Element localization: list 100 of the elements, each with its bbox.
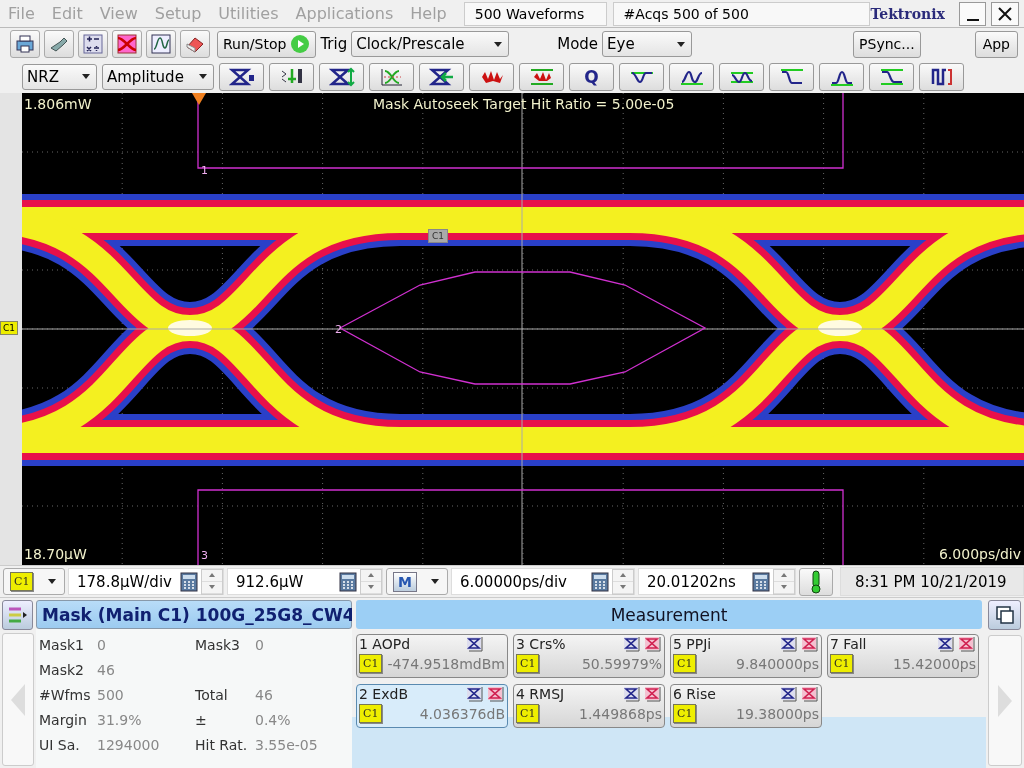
close-button[interactable] (991, 1, 1019, 26)
close-icon (998, 6, 1013, 21)
spin-up-button[interactable] (613, 569, 633, 582)
mask-number: 2 (335, 323, 342, 336)
measurement-value: 1.449868ps (579, 705, 662, 722)
pulse-icon (778, 66, 805, 87)
measurement-tool-button[interactable] (919, 62, 964, 91)
position-field[interactable]: 20.01202ns (638, 568, 796, 595)
eye-timing-icon (428, 66, 455, 87)
measurement-tool-button[interactable] (319, 62, 364, 91)
calculator-button[interactable] (336, 569, 360, 594)
scale-dropdown[interactable]: Amplitude (102, 63, 214, 90)
printer-icon (14, 33, 36, 55)
list-menu-icon (6, 605, 29, 625)
toolbar-button[interactable] (112, 30, 142, 58)
toolbar-button[interactable] (44, 30, 74, 58)
toolbar-button[interactable] (180, 30, 210, 58)
measurement-card[interactable]: 3 Crs% C1 50.59979% (513, 634, 665, 678)
right-arrow-icon (996, 683, 1014, 718)
measurement-value: 50.59979% (581, 655, 662, 672)
mask-number: 3 (201, 549, 208, 562)
mode-label: Mode (557, 35, 599, 53)
measurement-tool-button[interactable] (819, 62, 864, 91)
top-level-label: 1.806mW (24, 96, 92, 112)
measurement-tool-button[interactable] (269, 62, 314, 91)
down-arrow-icon (781, 585, 787, 589)
channel-tag: C1 (428, 229, 448, 243)
spin-up-button[interactable] (774, 569, 794, 582)
minimize-button[interactable] (958, 1, 987, 26)
up-arrow-icon (781, 573, 787, 577)
horizontal-scale-field[interactable]: 6.00000ps/div (451, 568, 635, 595)
measurement-tool-button[interactable] (669, 62, 714, 91)
up-arrow-icon (620, 573, 626, 577)
waveform-icon (150, 33, 172, 55)
mask-panel-title: Mask (Main C1) 100G_25G8_CW4 (36, 600, 352, 629)
left-arrow-icon (9, 682, 27, 717)
temperature-button[interactable] (799, 567, 833, 596)
trigger-dropdown[interactable]: Clock/Prescale (351, 31, 510, 57)
stat-value: 0 (97, 636, 107, 653)
measurement-tool-button[interactable] (719, 62, 764, 91)
vertical-scale-field[interactable]: 178.8μW/div (68, 568, 224, 595)
panel-menu-button[interactable] (2, 600, 33, 630)
mode-badge-dropdown[interactable]: M (386, 568, 448, 595)
encoding-dropdown[interactable]: NRZ (22, 63, 97, 90)
toolbar-button[interactable] (78, 30, 108, 58)
measurement-tool-button[interactable] (469, 62, 514, 91)
calculator-button[interactable] (177, 569, 201, 594)
stat-label: Mask3 (195, 636, 241, 653)
measurement-card[interactable]: 4 RMSJ C1 1.449868ps (513, 684, 665, 728)
toolbar-button[interactable] (10, 30, 40, 58)
channel-badge: C1 (359, 704, 383, 723)
caret-icon (494, 41, 503, 47)
app-button[interactable]: App (974, 30, 1018, 58)
measurement-card[interactable]: 5 PPJi C1 9.840000ps (670, 634, 822, 678)
offset-field[interactable]: 912.6μW (227, 568, 383, 595)
mode-dropdown[interactable]: Eye (602, 31, 693, 57)
measurement-label: 1 AOPd (359, 636, 412, 652)
eye-icon (937, 636, 955, 652)
channel-marker[interactable]: C1 (0, 321, 18, 335)
noise-band-icon (528, 66, 555, 87)
channel-dropdown[interactable]: C1 (3, 568, 65, 595)
stat-value: 0 (255, 636, 265, 653)
calculator-icon (751, 571, 771, 592)
down-arrow-icon (209, 585, 215, 589)
spin-up-button[interactable] (202, 569, 222, 582)
run-stop-button[interactable]: Run/Stop (217, 30, 317, 58)
measurement-tool-button[interactable] (619, 62, 664, 91)
measurement-value: 15.42000ps (893, 655, 976, 672)
channel-badge: C1 (673, 704, 697, 723)
measurement-tool-button[interactable] (869, 62, 914, 91)
eye-icon (780, 636, 798, 652)
spin-up-button[interactable] (361, 569, 381, 582)
measurement-tool-button[interactable] (419, 62, 464, 91)
window-layout-button[interactable] (988, 600, 1021, 630)
channel-badge: C1 (516, 704, 540, 723)
measurement-tool-button[interactable] (519, 62, 564, 91)
measurement-card[interactable]: 2 ExdB C1 4.036376dB (356, 684, 508, 728)
caret-icon (199, 74, 207, 79)
stat-label: Total (195, 686, 229, 703)
up-arrow-icon (368, 573, 374, 577)
up-arrow-icon (209, 573, 215, 577)
eye-pattern-icon (116, 33, 138, 55)
calculator-button[interactable] (588, 569, 612, 594)
q-factor-button[interactable]: Q (569, 62, 614, 91)
measurement-value: -474.9518mdBm (387, 655, 505, 672)
psync-button[interactable]: PSync... (853, 30, 921, 58)
measurement-card[interactable]: 7 Fall C1 15.42000ps (827, 634, 979, 678)
caret-icon (677, 41, 686, 47)
stat-label: Hit Rat. (195, 736, 249, 753)
stat-value: 0.4% (255, 711, 292, 728)
trigger-label: Trig (320, 35, 348, 53)
measurement-tool-button[interactable] (219, 62, 264, 91)
measurement-tool-button[interactable] (769, 62, 814, 91)
measurement-value: 9.840000ps (736, 655, 819, 672)
windows-icon (994, 605, 1015, 625)
toolbar-button[interactable] (146, 30, 176, 58)
measurement-card[interactable]: 6 Rise C1 19.38000ps (670, 684, 822, 728)
stat-value: 31.9% (97, 711, 143, 728)
measurement-card[interactable]: 1 AOPd C1 -474.9518mdBm (356, 634, 508, 678)
calculator-button[interactable] (749, 569, 773, 594)
